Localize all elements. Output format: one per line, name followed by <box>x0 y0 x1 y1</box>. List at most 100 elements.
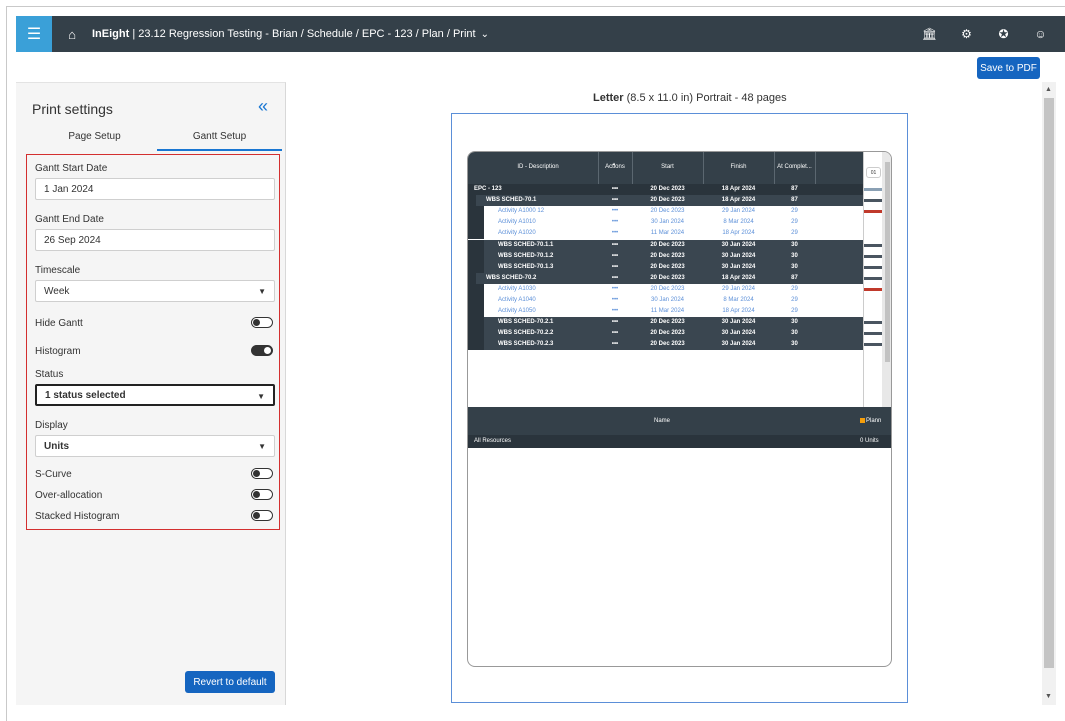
table-row[interactable]: EPC - 123 ••• 20 Dec 2023 18 Apr 2024 87 <box>468 184 882 195</box>
row-at-completion: 87 <box>791 274 798 281</box>
row-actions: ••• <box>611 274 619 281</box>
table-row[interactable]: Activity A1030 ••• 20 Dec 2023 29 Jan 2024 2… <box>468 283 882 295</box>
row-start: 20 Dec 2023 <box>650 186 685 192</box>
resource-header: Name Plann <box>468 407 891 435</box>
gantt-bar <box>864 343 883 347</box>
row-finish: 8 Mar 2024 <box>723 219 754 226</box>
row-start: 11 Mar 2024 <box>650 230 685 237</box>
row-id: Activity A1030 <box>498 285 536 292</box>
histogram-toggle[interactable] <box>251 345 273 356</box>
table-row[interactable]: Activity A1020 ••• 11 Mar 2024 18 Apr 2024 2… <box>468 228 882 240</box>
scroll-down-icon[interactable]: ▼ <box>1045 693 1052 700</box>
row-actions: ••• <box>611 263 619 270</box>
row-at-completion: 29 <box>791 208 798 215</box>
settings-icon[interactable]: ⚙ <box>948 27 985 41</box>
collapse-icon[interactable]: « <box>258 96 268 117</box>
gantt-bar <box>864 199 883 203</box>
gantt-bar <box>864 210 883 214</box>
breadcrumb-path: | 23.12 Regression Testing - Brian / Sch… <box>132 28 476 40</box>
user-icon[interactable]: ☺ <box>1022 27 1059 41</box>
indent-gutter <box>468 261 484 273</box>
histogram-label: Histogram <box>35 346 81 357</box>
gantt-vertical-scrollbar[interactable] <box>882 152 891 407</box>
indent-gutter <box>468 295 484 306</box>
row-finish: 29 Jan 2024 <box>721 208 756 215</box>
row-start: 20 Dec 2023 <box>650 285 685 292</box>
indent-gutter <box>468 206 484 218</box>
row-finish: 30 Jan 2024 <box>721 319 756 326</box>
table-row[interactable]: Activity A1040 ••• 30 Jan 2024 8 Mar 2024 29 <box>468 295 882 306</box>
table-row[interactable]: WBS SCHED-70.1.1 ••• 20 Dec 2023 30 Jan 202… <box>468 239 882 251</box>
openai-icon[interactable]: ✪ <box>985 27 1022 41</box>
row-start: 30 Jan 2024 <box>650 297 685 303</box>
timescale-select[interactable]: Week ▼ <box>35 280 275 302</box>
scroll-up-icon[interactable]: ▲ <box>1045 86 1052 93</box>
hide-gantt-toggle[interactable] <box>251 317 273 328</box>
hamburger-icon[interactable]: ☰ <box>16 16 52 52</box>
row-id: Activity A1050 <box>498 308 536 315</box>
display-select[interactable]: Units ▼ <box>35 435 275 457</box>
column-header-finish: Finish <box>730 164 747 170</box>
gantt-settings-group: Gantt Start Date 1 Jan 2024 Gantt End Da… <box>26 154 280 530</box>
chevron-down-icon[interactable]: ⌄ <box>481 29 489 40</box>
gantt-table-header: ID - Description ▲ Actions Start Finish … <box>468 152 882 184</box>
gantt-bar <box>864 332 883 336</box>
overallocation-toggle[interactable] <box>251 489 273 500</box>
table-row[interactable]: WBS SCHED-70.2 ••• 20 Dec 2023 18 Apr 2024 8… <box>468 272 882 284</box>
scurve-toggle[interactable] <box>251 468 273 479</box>
row-at-completion: 87 <box>791 186 798 192</box>
row-start: 11 Mar 2024 <box>650 308 685 315</box>
row-start: 20 Dec 2023 <box>650 241 685 248</box>
tab-page-setup[interactable]: Page Setup <box>32 127 157 151</box>
indent-gutter <box>468 339 484 351</box>
gantt-start-date-field[interactable]: 1 Jan 2024 <box>35 178 275 200</box>
resource-name-header: Name <box>654 418 671 424</box>
table-row[interactable]: WBS SCHED-70.1 ••• 20 Dec 2023 18 Apr 2024 8… <box>468 195 882 207</box>
tab-gantt-setup[interactable]: Gantt Setup <box>157 127 282 151</box>
table-row[interactable]: WBS SCHED-70.1.2 ••• 20 Dec 2023 30 Jan 202… <box>468 250 882 262</box>
scroll-thumb[interactable] <box>885 162 890 362</box>
print-preview-page: ID - Description ▲ Actions Start Finish … <box>451 113 908 703</box>
table-row[interactable]: Activity A1010 ••• 30 Jan 2024 8 Mar 2024 29 <box>468 217 882 229</box>
row-at-completion: 30 <box>791 263 798 270</box>
table-row[interactable]: WBS SCHED-70.1.3 ••• 20 Dec 2023 30 Jan 202… <box>468 261 882 273</box>
gantt-bar <box>864 188 883 191</box>
home-icon[interactable]: ⌂ <box>58 27 86 42</box>
column-header-start: Start <box>661 164 674 170</box>
chevron-down-icon: ▼ <box>257 392 265 401</box>
scroll-thumb[interactable] <box>1044 98 1054 668</box>
row-actions: ••• <box>611 308 619 315</box>
resource-row: All Resources 0 Units <box>468 435 891 448</box>
row-finish: 18 Apr 2024 <box>721 274 756 281</box>
breadcrumb[interactable]: InEight | 23.12 Regression Testing - Bri… <box>92 28 476 40</box>
row-finish: 18 Apr 2024 <box>722 308 755 315</box>
table-row[interactable]: Activity A1050 ••• 11 Mar 2024 18 Apr 2024 2… <box>468 306 882 318</box>
bank-icon[interactable]: 🏛 <box>911 27 948 41</box>
row-actions: ••• <box>611 285 619 292</box>
page-vertical-scrollbar[interactable]: ▲ ▼ <box>1042 82 1056 705</box>
indent-gutter <box>468 328 484 340</box>
planned-legend-swatch <box>860 418 865 423</box>
row-at-completion: 29 <box>791 308 798 315</box>
status-select[interactable]: 1 status selected ▼ <box>35 384 275 406</box>
chevron-down-icon: ▼ <box>258 442 266 451</box>
display-label: Display <box>35 420 68 431</box>
paper-name: Letter <box>593 92 624 104</box>
save-to-pdf-button[interactable]: Save to PDF <box>977 57 1040 79</box>
row-id: WBS SCHED-70.1.2 <box>498 252 554 259</box>
gantt-bar <box>864 287 883 291</box>
row-id: WBS SCHED-70.1.1 <box>498 241 554 248</box>
table-row[interactable]: Activity A1000 12 ••• 20 Dec 2023 29 Jan 20… <box>468 206 882 218</box>
table-row[interactable]: WBS SCHED-70.2.3 ••• 20 Dec 2023 30 Jan 202… <box>468 339 882 351</box>
gantt-end-date-field[interactable]: 26 Sep 2024 <box>35 229 275 251</box>
gantt-bar <box>864 321 883 325</box>
table-row[interactable]: WBS SCHED-70.2.2 ••• 20 Dec 2023 30 Jan 202… <box>468 328 882 340</box>
table-row[interactable]: WBS SCHED-70.2.1 ••• 20 Dec 2023 30 Jan 202… <box>468 317 882 329</box>
row-finish: 18 Apr 2024 <box>722 230 755 237</box>
stacked-histogram-toggle[interactable] <box>251 510 273 521</box>
page-size-heading: Letter (8.5 x 11.0 in) Portrait - 48 pag… <box>593 92 787 104</box>
row-finish: 30 Jan 2024 <box>721 263 756 270</box>
row-actions: ••• <box>611 197 619 204</box>
gantt-bar <box>864 276 883 280</box>
revert-to-default-button[interactable]: Revert to default <box>185 671 275 693</box>
